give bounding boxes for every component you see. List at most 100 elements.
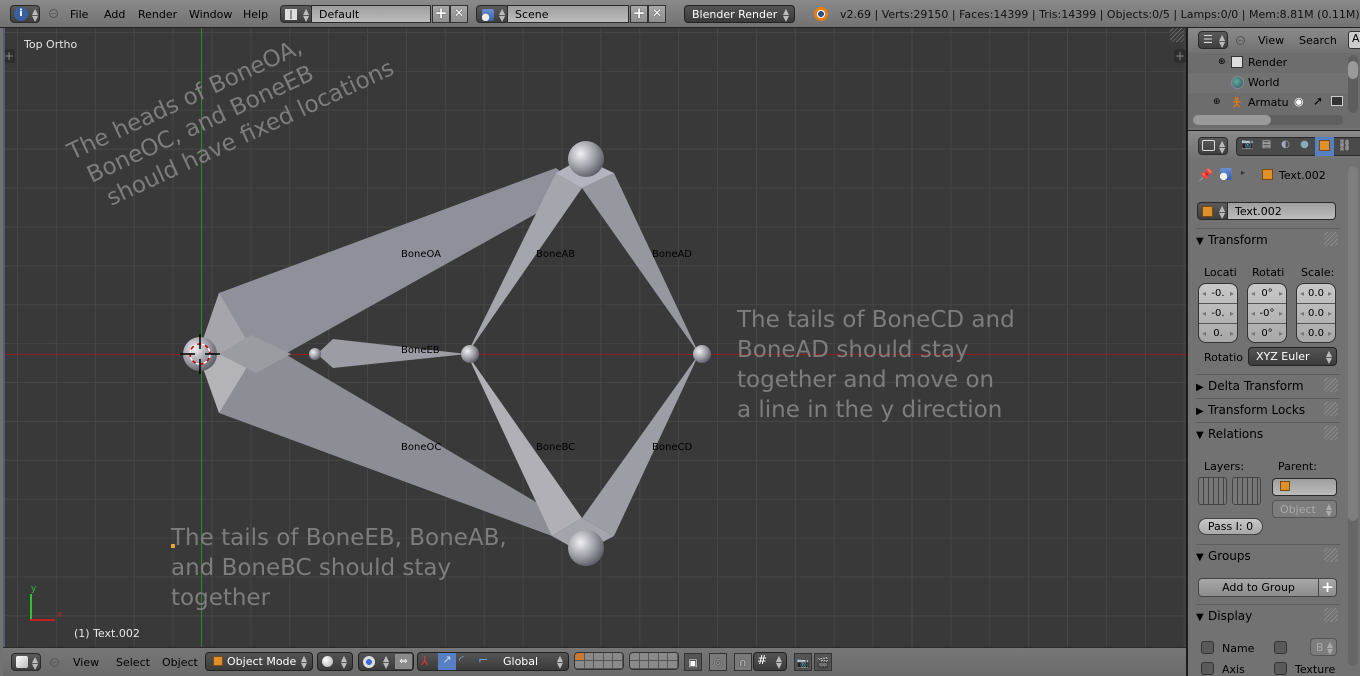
collapse-menu-icon[interactable]: − (50, 658, 59, 667)
editor-type-selector[interactable]: ▲ ▼ (11, 653, 41, 671)
rotation-z-field[interactable]: 0° (1248, 324, 1286, 342)
location-z-field[interactable]: 0. (1199, 324, 1237, 342)
parent-type-dropdown[interactable]: Object ▲ ▼ (1272, 500, 1337, 518)
panel-drag-grip[interactable] (1324, 608, 1338, 622)
3d-viewport[interactable]: Top Ortho + + BoneOA BoneAB BoneAD BoneE… (3, 28, 1186, 647)
outliner-vertical-scrollbar[interactable] (1348, 55, 1358, 113)
panel-drag-grip[interactable] (1324, 548, 1338, 562)
display-bounds-checkbox[interactable] (1274, 641, 1287, 654)
snap-toggle-button[interactable]: ∩ (734, 653, 752, 671)
collapse-menu-icon[interactable]: − (1236, 36, 1245, 45)
location-x-field[interactable]: -0. (1199, 284, 1237, 304)
parent-field[interactable] (1272, 478, 1337, 496)
proportional-edit-button[interactable]: ◎ (709, 653, 727, 671)
add-scene-button[interactable]: + (630, 5, 648, 23)
menu-file[interactable]: File (70, 8, 88, 21)
tab-scene[interactable]: ◐ (1277, 139, 1294, 154)
translate-manipulator-icon[interactable]: ↗ (438, 653, 456, 670)
menu-render[interactable]: Render (138, 8, 177, 21)
mode-dropdown[interactable]: Object Mode ▲ ▼ (205, 652, 313, 671)
editor-type-selector[interactable]: ☰ ▲ ▼ (1198, 31, 1228, 49)
display-texture-checkbox[interactable] (1274, 662, 1287, 675)
scale-manipulator-icon[interactable]: ⌐ (478, 653, 488, 667)
outliner[interactable]: ⊕ Render World ⊕ 🯅 Armatu ◉ ➚ (1188, 53, 1360, 128)
pivot-point-dropdown[interactable]: ▲ ▼ ⇔ (358, 652, 414, 671)
manipulator-toggle-icon[interactable]: ⅄ (421, 654, 428, 668)
note-tails-cd-ad[interactable]: The tails of BoneCD and BoneAD should st… (737, 305, 1015, 425)
rotation-y-field[interactable]: -0° (1248, 304, 1286, 324)
panel-display-header[interactable]: ▼ Display (1196, 604, 1340, 626)
selectability-cursor-icon[interactable]: ➚ (1313, 94, 1323, 108)
note-tails-eb-ab-bc[interactable]: The tails of BoneEB, BoneAB, and BoneBC … (171, 523, 507, 613)
panel-drag-grip[interactable] (1324, 402, 1338, 416)
panel-groups-header[interactable]: ▼ Groups (1196, 544, 1340, 566)
expand-icon[interactable]: ⊕ (1218, 57, 1226, 67)
panel-drag-grip[interactable] (1324, 232, 1338, 246)
layer-buttons-1[interactable] (574, 652, 624, 670)
location-y-field[interactable]: -0. (1199, 304, 1237, 324)
render-animation-button[interactable]: 🎬 (814, 653, 832, 671)
outliner-horizontal-scrollbar[interactable] (1193, 115, 1343, 125)
display-axis-checkbox[interactable] (1201, 662, 1214, 675)
scale-y-field[interactable]: 0.0 (1297, 304, 1335, 324)
new-group-button[interactable]: + (1318, 578, 1337, 597)
bounds-type-dropdown[interactable]: B ▲ ▼ (1310, 638, 1337, 656)
render-engine-dropdown[interactable]: Blender Render ▲ ▼ (684, 5, 795, 23)
rotate-manipulator-icon[interactable]: ◜ (459, 653, 464, 667)
menu-window[interactable]: Window (189, 8, 232, 21)
menu-add[interactable]: Add (104, 8, 125, 21)
render-opengl-button[interactable]: 📷 (794, 653, 812, 671)
panel-drag-grip[interactable] (1324, 378, 1338, 392)
outliner-menu-search[interactable]: Search (1299, 34, 1337, 47)
editor-type-selector[interactable]: i ▲ ▼ (10, 5, 40, 23)
pass-index-field[interactable]: Pass I: 0 (1198, 518, 1263, 535)
tab-constraints[interactable]: ⛓ (1336, 139, 1353, 154)
rotation-mode-dropdown[interactable]: XYZ Euler ▲ ▼ (1248, 347, 1337, 366)
add-to-group-button[interactable]: Add to Group (1198, 578, 1319, 597)
expand-icon[interactable]: ⊕ (1213, 97, 1221, 107)
manipulator-center-icon[interactable]: ⇔ (395, 654, 412, 669)
collapse-menu-icon[interactable]: − (49, 9, 58, 18)
pin-icon[interactable]: 📌 (1198, 168, 1213, 182)
outliner-menu-view[interactable]: View (1258, 34, 1284, 47)
display-name-checkbox[interactable] (1201, 641, 1214, 654)
panel-delta-transform-header[interactable]: ▶ Delta Transform (1196, 374, 1340, 396)
outliner-item-render[interactable]: ⊕ Render (1188, 53, 1348, 73)
tab-render[interactable]: 📷 (1239, 139, 1256, 154)
tab-render-layers[interactable]: ▤ (1258, 139, 1275, 154)
rotation-x-field[interactable]: 0° (1248, 284, 1286, 304)
display-mode-dropdown[interactable]: A (1348, 31, 1360, 49)
screen-layout-browse[interactable]: ▲ ▼ (280, 5, 313, 23)
panel-relations-header[interactable]: ▼ Relations (1196, 422, 1340, 444)
object-name-field[interactable]: Text.002 (1227, 202, 1336, 220)
editor-type-selector[interactable]: ▲ ▼ (1198, 137, 1228, 155)
panel-transform-header[interactable]: ▼ Transform (1196, 228, 1340, 250)
layer-grid-2[interactable] (1232, 477, 1261, 505)
panel-drag-grip[interactable] (1324, 426, 1338, 440)
object-browse[interactable]: ▲ ▼ (1197, 202, 1229, 220)
delete-screen-button[interactable]: ✕ (450, 5, 468, 23)
tab-world[interactable]: ● (1296, 139, 1313, 154)
snap-element-dropdown[interactable]: # ▲ ▼ (753, 652, 787, 671)
add-screen-button[interactable]: + (432, 5, 450, 23)
delete-scene-button[interactable]: ✕ (648, 5, 666, 23)
transform-manipulators[interactable]: ⅄ ↗ ◜ ⌐ Global ▲ ▼ (417, 652, 569, 671)
menu-object[interactable]: Object (162, 656, 198, 669)
scene-field[interactable]: Scene (507, 5, 629, 23)
layer-grid-1[interactable] (1198, 477, 1227, 505)
tab-object[interactable] (1315, 137, 1334, 156)
outliner-item-armature[interactable]: ⊕ 🯅 Armatu ◉ ➚ (1188, 93, 1348, 113)
screen-layout-field[interactable]: Default (311, 5, 431, 23)
properties-scrollbar[interactable] (1348, 166, 1358, 666)
outliner-item-world[interactable]: World (1188, 73, 1348, 93)
panel-transform-locks-header[interactable]: ▶ Transform Locks (1196, 398, 1340, 420)
menu-view[interactable]: View (73, 656, 99, 669)
scale-x-field[interactable]: 0.0 (1297, 284, 1335, 304)
menu-help[interactable]: Help (243, 8, 268, 21)
layer-buttons-2[interactable] (629, 652, 679, 670)
scene-browse[interactable]: ▲ ▼ (476, 5, 509, 23)
scale-z-field[interactable]: 0.0 (1297, 324, 1335, 342)
viewport-shading-dropdown[interactable]: ▲ ▼ (317, 652, 353, 671)
renderability-camera-icon[interactable] (1331, 96, 1343, 106)
menu-select[interactable]: Select (116, 656, 150, 669)
